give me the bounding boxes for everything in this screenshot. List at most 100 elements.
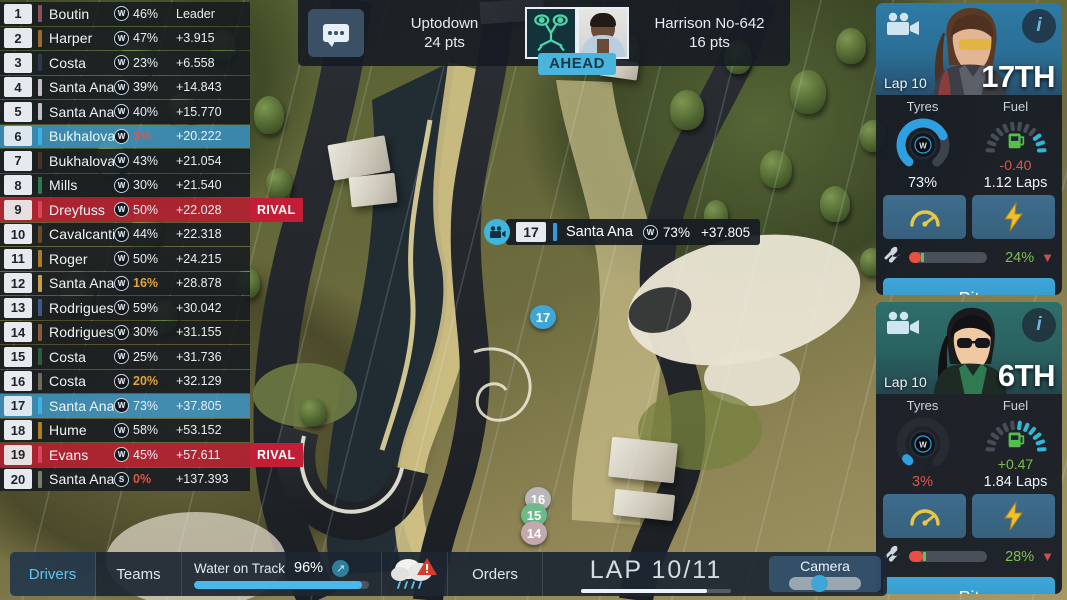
- car-condition[interactable]: 24% ▼: [876, 239, 1062, 274]
- tab-drivers[interactable]: Drivers: [10, 552, 96, 596]
- chevron-down-icon[interactable]: ▼: [1041, 549, 1054, 564]
- lap-progress-bar: [581, 588, 731, 593]
- left-team-points: 24 pts: [424, 34, 465, 51]
- row-tyre-info: W 30%: [114, 324, 176, 340]
- row-tyre-info: W 43%: [114, 153, 176, 169]
- row-gap: +21.540: [176, 178, 222, 193]
- track-position-pin[interactable]: 17: [530, 305, 556, 329]
- wrench-icon: [884, 246, 900, 263]
- callout-tyre-badge: W: [642, 224, 658, 240]
- row-team-color: [38, 446, 42, 464]
- row-gap: +24.215: [176, 251, 222, 266]
- tyres-value: 73%: [907, 175, 938, 191]
- row-position: 13: [4, 297, 32, 318]
- driver-panel-2[interactable]: i Lap 10 6TH Tyres W 3% Fuel +0.47 1.84 Laps 28% ▼…: [876, 302, 1062, 594]
- leaderboard-row[interactable]: 10 Cavalcanti W 44% +22.318: [0, 222, 250, 246]
- rival-badge: RIVAL: [250, 443, 303, 467]
- camera-switch-knob[interactable]: [810, 575, 828, 592]
- driver-stats: Tyres W 3% Fuel +0.47 1.84 Laps: [876, 394, 1062, 490]
- row-gap: +22.318: [176, 227, 222, 242]
- camera-icon[interactable]: [885, 12, 921, 38]
- row-gap: +28.878: [176, 276, 222, 291]
- tyre-gauge: W: [896, 417, 949, 471]
- leaderboard-row[interactable]: 19 Evans W 45% +57.611 RIVAL: [0, 443, 303, 467]
- leaderboard-row[interactable]: 18 Hume W 58% +53.152: [0, 418, 250, 442]
- row-tyre-percent: 58%: [133, 423, 159, 438]
- car-condition[interactable]: 28% ▼: [876, 538, 1062, 573]
- row-tyre-percent: 30%: [133, 178, 159, 193]
- fuel-label: Fuel: [1002, 398, 1029, 413]
- row-tyre-percent: 43%: [133, 153, 159, 168]
- tyre-compound-icon: W: [114, 422, 129, 438]
- leaderboard-row[interactable]: 7 Bukhalova W 43% +21.054: [0, 149, 250, 173]
- leaderboard-row[interactable]: 4 Santa Ana W 39% +14.843: [0, 75, 250, 99]
- leaderboard-row[interactable]: 16 Costa W 20% +32.129: [0, 369, 250, 393]
- camera-icon[interactable]: [885, 311, 921, 337]
- leaderboard-row[interactable]: 1 Boutin W 46% Leader: [0, 2, 250, 26]
- focused-driver-callout[interactable]: 17 Santa Ana W 73% +37.805: [484, 219, 761, 245]
- camera-icon: [887, 311, 919, 334]
- boost-button[interactable]: [972, 494, 1055, 538]
- weather-indicator[interactable]: [382, 552, 448, 596]
- row-driver-name: Rodrigues: [49, 299, 114, 316]
- track-position-pin[interactable]: 14: [521, 521, 547, 545]
- row-tyre-info: W 46%: [114, 6, 176, 22]
- leaderboard-row[interactable]: 20 Santa Ana S 0% +137.393: [0, 467, 250, 491]
- row-position: 8: [4, 175, 32, 196]
- leaderboard-row[interactable]: 6 Bukhalova W 3% +20.222: [0, 124, 250, 148]
- chat-button[interactable]: [308, 9, 364, 57]
- row-driver-name: Mills: [49, 177, 78, 194]
- right-team-points: 16 pts: [689, 34, 730, 51]
- pace-button[interactable]: [883, 494, 966, 538]
- leaderboard-row[interactable]: 3 Costa W 23% +6.558: [0, 51, 250, 75]
- tyres-stat[interactable]: Tyres W 3%: [876, 398, 969, 490]
- leaderboard-row[interactable]: 11 Roger W 50% +24.215: [0, 247, 250, 271]
- row-team-color: [38, 323, 42, 341]
- row-position: 1: [4, 3, 32, 24]
- fuel-stat[interactable]: Fuel -0.40 1.12 Laps: [969, 99, 1062, 191]
- camera-icon[interactable]: [484, 219, 510, 245]
- leaderboard-row[interactable]: 13 Rodrigues W 59% +30.042: [0, 296, 250, 320]
- row-tyre-percent: 46%: [133, 6, 159, 21]
- pit-button[interactable]: Pit: [883, 577, 1055, 594]
- leaderboard-row[interactable]: 5 Santa Ana W 40% +15.770: [0, 100, 250, 124]
- rain-cloud-warning-icon: [390, 558, 437, 589]
- camera-switch-track[interactable]: [789, 575, 861, 592]
- leaderboard-row[interactable]: 12 Santa Ana W 16% +28.878: [0, 271, 250, 295]
- row-driver-name: Santa Ana: [49, 275, 114, 292]
- leaderboard-row[interactable]: 9 Dreyfuss W 50% +22.028 RIVAL: [0, 198, 303, 222]
- tree: [836, 28, 866, 64]
- driver-actions: [876, 191, 1062, 239]
- water-label: Water on Track: [194, 560, 286, 576]
- leaderboard-row[interactable]: 8 Mills W 30% +21.540: [0, 173, 250, 197]
- row-tyre-info: W 50%: [114, 202, 176, 218]
- driver-leaderboard[interactable]: 1 Boutin W 46% Leader 2 Harper W 47% +3.915 3 Costa…: [0, 2, 303, 492]
- leaderboard-row[interactable]: 17 Santa Ana W 73% +37.805: [0, 394, 250, 418]
- boost-button[interactable]: [972, 195, 1055, 239]
- left-team-name: Uptodown: [410, 15, 479, 32]
- row-driver-name: Hume: [49, 422, 87, 439]
- tyres-stat[interactable]: Tyres W 73%: [876, 99, 969, 191]
- info-icon[interactable]: i: [1022, 9, 1056, 43]
- row-tyre-percent: 23%: [133, 55, 159, 70]
- row-gap: +57.611: [176, 447, 221, 462]
- pit-button[interactable]: Pit: [883, 278, 1055, 295]
- fuel-stat[interactable]: Fuel +0.47 1.84 Laps: [969, 398, 1062, 490]
- tree: [760, 150, 792, 188]
- camera-toggle[interactable]: Camera: [769, 556, 881, 592]
- row-team-color: [38, 152, 42, 170]
- tab-teams[interactable]: Teams: [96, 552, 182, 596]
- leaderboard-row[interactable]: 14 Rodrigues W 30% +31.155: [0, 320, 250, 344]
- driver-panel-1[interactable]: i Lap 10 17TH Tyres W 73% Fuel -0.40 1.12 Laps 24…: [876, 3, 1062, 295]
- leaderboard-row[interactable]: 15 Costa W 25% +31.736: [0, 345, 250, 369]
- water-on-track-meter[interactable]: Water on Track 96% ↗: [182, 552, 382, 596]
- chevron-down-icon[interactable]: ▼: [1041, 250, 1054, 265]
- driver-actions: [876, 490, 1062, 538]
- tyre-compound-icon: W: [114, 349, 129, 365]
- info-icon[interactable]: i: [1022, 308, 1056, 342]
- pace-button[interactable]: [883, 195, 966, 239]
- row-team-color: [38, 103, 42, 121]
- leaderboard-row[interactable]: 2 Harper W 47% +3.915: [0, 26, 250, 50]
- orders-button[interactable]: Orders: [448, 552, 543, 596]
- svg-text:W: W: [919, 142, 927, 151]
